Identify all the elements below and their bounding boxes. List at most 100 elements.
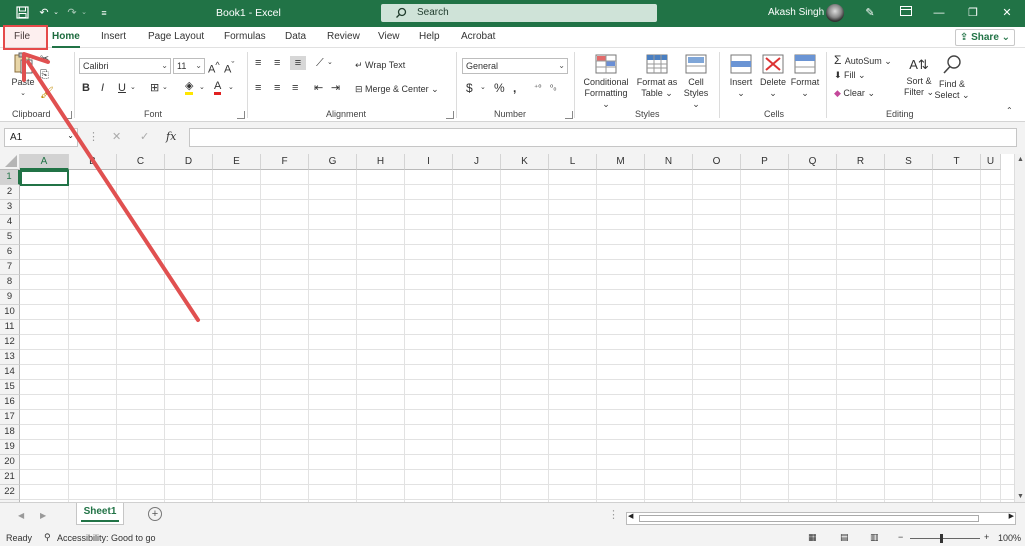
column-header[interactable]: F	[261, 154, 309, 170]
borders-dropdown-icon[interactable]: ⌄	[162, 81, 168, 95]
number-format-combo[interactable]: General ⌄	[462, 58, 568, 74]
share-button[interactable]: ⇪ Share ⌄	[955, 29, 1015, 46]
percent-icon[interactable]: %	[494, 81, 505, 95]
zoom-slider-thumb[interactable]	[940, 534, 943, 543]
column-header[interactable]: U	[981, 154, 1001, 170]
find-select-button[interactable]: Find & Select ⌄	[934, 54, 970, 101]
column-header[interactable]: G	[309, 154, 357, 170]
cell-styles-button[interactable]: Cell Styles ⌄	[680, 54, 712, 110]
column-header[interactable]: D	[165, 154, 213, 170]
underline-icon[interactable]: U	[118, 81, 126, 95]
font-color-icon[interactable]: A	[214, 81, 222, 95]
scroll-down-icon[interactable]: ▼	[1017, 493, 1024, 500]
row-header[interactable]: 17	[0, 410, 20, 425]
orientation-icon[interactable]: ⟋	[316, 56, 324, 70]
tab-split-icon[interactable]: ⋮	[608, 508, 619, 522]
row-header[interactable]: 15	[0, 380, 20, 395]
decrease-font-icon[interactable]: Aˇ	[224, 58, 234, 77]
row-header[interactable]: 18	[0, 425, 20, 440]
search-box[interactable]: Search	[381, 4, 657, 22]
row-header[interactable]: 4	[0, 215, 20, 230]
scroll-left-icon[interactable]: ◀	[628, 512, 633, 520]
column-header[interactable]: H	[357, 154, 405, 170]
align-left-icon[interactable]: ≡	[255, 81, 261, 95]
restore-icon[interactable]: ❐	[958, 3, 988, 23]
clear-button[interactable]: ◆ Clear ⌄	[834, 88, 875, 99]
font-size-combo[interactable]: 11 ⌄	[173, 58, 205, 74]
row-header[interactable]: 3	[0, 200, 20, 215]
tab-help[interactable]: Help	[419, 31, 440, 42]
column-header[interactable]: K	[501, 154, 549, 170]
column-header[interactable]: M	[597, 154, 645, 170]
column-header[interactable]: N	[645, 154, 693, 170]
fill-color-dropdown-icon[interactable]: ⌄	[199, 81, 205, 95]
zoom-in-icon[interactable]: +	[984, 532, 989, 542]
align-center-icon[interactable]: ≡	[274, 81, 280, 95]
increase-font-icon[interactable]: A^	[208, 58, 220, 77]
insert-cells-button[interactable]: Insert ⌄	[726, 54, 756, 99]
undo-dropdown-icon[interactable]: ⌄	[48, 6, 64, 20]
accessibility-status[interactable]: Accessibility: Good to go	[57, 533, 156, 543]
font-color-dropdown-icon[interactable]: ⌄	[228, 81, 234, 95]
page-layout-view-icon[interactable]: ▤	[840, 532, 849, 543]
row-header[interactable]: 8	[0, 275, 20, 290]
page-break-view-icon[interactable]: ▥	[870, 532, 879, 543]
worksheet-grid[interactable]: A B C D E F G H I J K L M N O P Q R S T U 1 2 3 4 5 6 7 8 9 10 11 12 13 14…	[0, 154, 1025, 502]
zoom-out-icon[interactable]: −	[898, 532, 903, 542]
active-cell-a1[interactable]	[20, 170, 69, 186]
name-box[interactable]: A1 ⌄	[4, 128, 78, 147]
sort-filter-button[interactable]: A⇅ Sort & Filter ⌄	[902, 54, 936, 98]
cut-icon[interactable]: ✂	[40, 52, 49, 66]
underline-dropdown-icon[interactable]: ⌄	[130, 81, 136, 95]
fill-color-icon[interactable]: ◈	[185, 81, 194, 95]
comma-style-icon[interactable]: ,	[513, 81, 516, 95]
row-header[interactable]: 14	[0, 365, 20, 380]
column-header[interactable]: E	[213, 154, 261, 170]
column-header[interactable]: C	[117, 154, 165, 170]
row-header[interactable]: 16	[0, 395, 20, 410]
tab-home[interactable]: Home	[52, 31, 80, 42]
column-header[interactable]: B	[69, 154, 117, 170]
decrease-indent-icon[interactable]: ⇤	[314, 81, 323, 95]
paste-button[interactable]: Paste ⌄	[10, 52, 36, 99]
copy-icon[interactable]: ⎘	[40, 68, 49, 82]
formula-input[interactable]	[189, 128, 1017, 147]
currency-icon[interactable]: $	[466, 81, 473, 95]
font-name-combo[interactable]: Calibri ⌄	[79, 58, 171, 74]
column-header[interactable]: Q	[789, 154, 837, 170]
row-header[interactable]: 13	[0, 350, 20, 365]
row-header[interactable]: 20	[0, 455, 20, 470]
prev-sheet-icon[interactable]: ◀	[18, 509, 24, 523]
customize-toolbar-icon[interactable]: ≡	[96, 6, 112, 20]
currency-dropdown-icon[interactable]: ⌄	[480, 81, 486, 95]
row-header[interactable]: 19	[0, 440, 20, 455]
row-header[interactable]: 9	[0, 290, 20, 305]
decrease-decimal-icon[interactable]: ⁰₀	[550, 81, 557, 95]
column-header[interactable]: R	[837, 154, 885, 170]
avatar[interactable]	[826, 4, 844, 22]
insert-function-icon[interactable]: fx	[166, 130, 176, 144]
tab-data[interactable]: Data	[285, 31, 306, 42]
horizontal-scrollbar[interactable]: ◀ ▶	[626, 512, 1016, 525]
column-header[interactable]: J	[453, 154, 501, 170]
row-header[interactable]: 5	[0, 230, 20, 245]
increase-decimal-icon[interactable]: ⁺⁰	[534, 81, 541, 95]
tab-review[interactable]: Review	[327, 31, 360, 42]
italic-icon[interactable]: I	[101, 81, 104, 95]
vertical-scrollbar[interactable]: ▲ ▼	[1014, 154, 1025, 502]
orientation-dropdown-icon[interactable]: ⌄	[327, 56, 333, 70]
middle-align-icon[interactable]: ≡	[274, 56, 280, 70]
sheet-tab-sheet1[interactable]: Sheet1	[76, 503, 124, 525]
zoom-level[interactable]: 100%	[998, 533, 1021, 543]
borders-icon[interactable]: ⊞	[150, 81, 159, 95]
tab-acrobat[interactable]: Acrobat	[461, 31, 495, 42]
row-header[interactable]: 10	[0, 305, 20, 320]
column-header[interactable]: T	[933, 154, 981, 170]
column-header[interactable]: L	[549, 154, 597, 170]
ribbon-display-icon[interactable]	[898, 6, 914, 20]
row-header[interactable]: 1	[0, 170, 20, 185]
normal-view-icon[interactable]: ▦	[808, 532, 817, 543]
row-header[interactable]: 7	[0, 260, 20, 275]
column-header[interactable]: P	[741, 154, 789, 170]
row-header[interactable]: 6	[0, 245, 20, 260]
